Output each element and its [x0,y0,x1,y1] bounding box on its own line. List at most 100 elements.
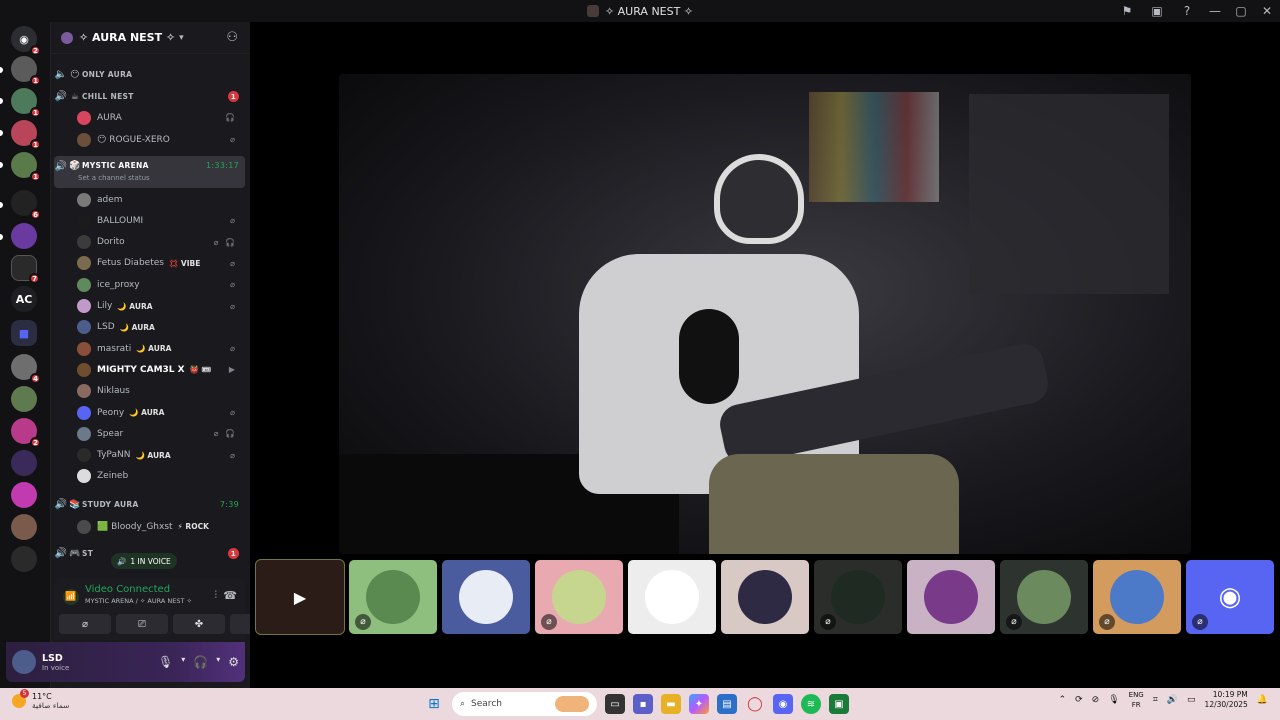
voice-member[interactable]: MIGHTY CAM3L X 👹 🎟 ▶ [77,359,243,380]
voice-member[interactable]: adem [77,189,243,210]
chevron-down-icon[interactable]: ▾ [181,655,185,669]
disconnect-icon[interactable]: ☎ [223,589,237,602]
focused-video-stream[interactable] [339,74,1191,554]
participant-tile[interactable] [442,560,530,634]
teams-icon[interactable]: ▪ [633,694,653,714]
voice-member[interactable]: TyPaNN 🌙 AURA ⌀ [77,445,243,466]
voice-channel-study-aura[interactable]: 🔊 📚 STUDY AURA 7:39 [54,494,245,515]
voice-member[interactable]: BALLOUMI ⌀ [77,210,243,231]
chevron-up-icon[interactable]: ⌃ [1059,695,1067,705]
member-name: AURA [97,112,122,123]
sync-icon[interactable]: ⟳ [1075,695,1083,705]
server-header[interactable]: ✧ AURA NEST ✧ ▾ ⚇ [51,22,250,54]
task-view-icon[interactable]: ▭ [605,694,625,714]
in-voice-pill[interactable]: 🔊 1 IN VOICE [111,553,177,569]
opera-icon[interactable]: ◯ [745,694,765,714]
voice-member[interactable]: Lily 🌙 AURA ⌀ [77,296,243,317]
screen-share-button[interactable]: ⎚ [116,614,168,634]
server-icon-2[interactable]: 1 [11,88,41,118]
popout-icon[interactable]: ▣ [1142,0,1172,22]
notification-badge: 1 [228,548,239,559]
battery-icon[interactable]: ▭ [1187,695,1196,705]
voice-member[interactable]: Dorito ⌀ 🎧 [77,232,243,253]
server-icon-3[interactable]: 1 [11,120,41,150]
network-icon[interactable]: ⌗ [1153,695,1158,705]
participant-tile[interactable]: ▶ [255,559,345,635]
headphones-icon[interactable]: 🎧 [193,655,208,669]
participant-tile[interactable]: ⌀ [1000,560,1088,634]
maximize-button[interactable]: ▢ [1228,0,1254,22]
voice-channel-only-aura[interactable]: 🔈 😶 ONLY AURA [54,64,245,85]
server-icon-11[interactable] [11,450,37,476]
minimize-button[interactable]: — [1202,0,1228,22]
server-icon-8[interactable]: 4 [11,354,41,384]
notifications-icon[interactable]: 🔔 [1257,695,1268,705]
voice-member[interactable]: AURA 🎧 [77,107,243,128]
network-off-icon[interactable]: ⊘ [1092,695,1100,705]
close-button[interactable]: ✕ [1254,0,1280,22]
voice-member[interactable]: Fetus Diabetes 💢 VIBE ⌀ [77,253,243,274]
discord-home-button[interactable]: ◉ 2 [11,26,41,56]
store-icon[interactable]: ▤ [717,694,737,714]
server-icon-1[interactable]: 1 [11,56,41,86]
channel-status[interactable]: Set a channel status [78,174,150,182]
participant-tile[interactable]: ⌀ [535,560,623,634]
server-icon-ac[interactable]: AC [11,286,37,312]
windows-start-icon[interactable]: ⊞ [424,694,444,714]
server-icon-14[interactable] [11,546,37,572]
voice-member[interactable]: Niklaus [77,381,243,402]
mic-icon[interactable]: 🎙 [1108,695,1119,705]
volume-icon[interactable]: 🔊 [1167,695,1178,705]
server-icon-6[interactable] [11,223,37,249]
voice-member[interactable]: Spear ⌀ 🎧 [77,423,243,444]
server-folder-icon[interactable]: ■ [11,320,37,346]
voice-member[interactable]: LSD 🌙 AURA [77,317,243,338]
help-icon[interactable]: ? [1172,0,1202,22]
signal-icon[interactable]: 📶 [63,589,79,605]
camera-off-button[interactable]: ⌀ [59,614,111,634]
chevron-down-icon[interactable]: ▾ [216,655,220,669]
user-avatar[interactable] [12,650,36,674]
participant-tile[interactable]: ⌀ [349,560,437,634]
clock[interactable]: 10:19 PM 12/30/2025 [1205,690,1248,710]
server-icon-4[interactable]: 1 [11,152,41,182]
settings-gear-icon[interactable]: ⚙ [228,655,239,669]
voice-member[interactable]: 🟩 Bloody_Ghxst ⚡ ROCK [77,516,243,537]
activities-button[interactable]: ✤ [173,614,225,634]
voice-channel-chill-nest[interactable]: 🔊 ☕ CHILL NEST 1 [54,86,245,107]
server-icon-5[interactable]: 6 [11,190,41,220]
server-icon-10[interactable]: 2 [11,418,41,448]
participant-tile[interactable]: ⌀ [1093,560,1181,634]
participant-tile[interactable] [628,560,716,634]
participant-tile[interactable]: ◉ ⌀ [1186,560,1274,634]
server-icon-13[interactable] [11,514,37,540]
voice-member[interactable]: Zeineb [77,466,243,487]
noise-suppression-icon[interactable]: ⫶ [215,590,218,601]
unread-badge: 1 [30,139,41,150]
voice-member[interactable]: ice_proxy ⌀ [77,274,243,295]
deafened-icon: 🎧 [225,113,237,122]
voice-member[interactable]: Peony 🌙 AURA ⌀ [77,402,243,423]
inbox-icon[interactable]: ⚑ [1112,0,1142,22]
voice-member[interactable]: 😶 ROGUE-XERO ⌀ [77,129,243,150]
participant-tile[interactable] [907,560,995,634]
voice-channel-mystic-arena[interactable]: 🔊 🎲 MYSTIC ARENA 1:33:17 Set a channel s… [54,156,245,188]
file-explorer-icon[interactable]: ▬ [661,694,681,714]
app-icon[interactable]: ▣ [829,694,849,714]
discord-taskbar-icon[interactable]: ◉ [773,694,793,714]
username[interactable]: LSD [42,653,69,664]
server-icon-12[interactable] [11,482,37,508]
weather-widget[interactable]: 5 11°C سماء صافية [12,689,69,710]
taskbar-search[interactable]: ⌕ Search [452,692,597,716]
participant-tile[interactable]: ⌀ [814,560,902,634]
language-indicator[interactable]: ENG FR [1129,690,1144,710]
invite-people-icon[interactable]: ⚇ [226,30,238,45]
server-icon-aura-nest[interactable]: 7 [11,255,40,284]
server-icon-9[interactable] [11,386,37,412]
participant-tile[interactable] [721,560,809,634]
microphone-icon[interactable]: 🎙 [158,655,173,669]
spotify-icon[interactable]: ≋ [801,694,821,714]
copilot-icon[interactable]: ✦ [689,694,709,714]
member-tag: ⚡ ROCK [177,522,209,531]
voice-member[interactable]: masrati 🌙 AURA ⌀ [77,338,243,359]
